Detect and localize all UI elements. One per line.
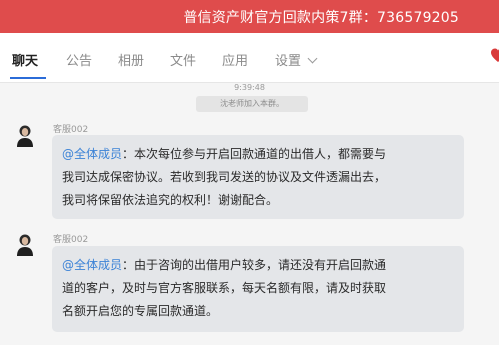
message-bubble[interactable]: @全体成员：由于咨询的出借用户较多，请还没有开启回款通 道的客户，及时与官方客服… xyxy=(52,246,464,332)
heart-icon[interactable] xyxy=(491,48,499,64)
chat-area[interactable]: 9:39:48 沈老师加入本群。 客服002 @全体成员：本次每位参与开启回款通… xyxy=(0,83,499,345)
message-bubble[interactable]: @全体成员：本次每位参与开启回款通道的出借人，都需要与 我司达成保密协议。若收到… xyxy=(52,135,464,219)
tab-announcements[interactable]: 公告 xyxy=(66,50,92,69)
active-tab-indicator xyxy=(10,77,46,79)
mention-all[interactable]: @全体成员 xyxy=(62,258,122,272)
message-text: 道的客户，及时与官方客服联系，每天名额有限，请及时获取 xyxy=(62,281,387,295)
message-line: @全体成员：本次每位参与开启回款通道的出借人，都需要与 xyxy=(62,143,454,166)
message-text: 我司将保留依法追究的权利！谢谢配合。 xyxy=(62,193,279,207)
mention-all[interactable]: @全体成员 xyxy=(62,147,122,161)
tab-settings[interactable]: 设置 xyxy=(275,50,318,69)
tab-bar: 聊天 公告 相册 文件 应用 设置 xyxy=(0,33,499,83)
message-sender: 客服002 xyxy=(53,235,89,245)
avatar[interactable] xyxy=(14,232,36,256)
message-timestamp: 9:39:48 xyxy=(234,83,265,92)
window-titlebar: 普信资产财官方回款内策7群：736579205 xyxy=(0,0,499,33)
message-text: ：本次每位参与开启回款通道的出借人，都需要与 xyxy=(122,147,387,161)
tab-files[interactable]: 文件 xyxy=(170,50,196,69)
tab-settings-label: 设置 xyxy=(275,54,302,69)
window-title: 普信资产财官方回款内策7群：736579205 xyxy=(183,9,459,26)
avatar[interactable] xyxy=(14,123,36,147)
tab-chat[interactable]: 聊天 xyxy=(12,50,38,69)
message-sender: 客服002 xyxy=(53,125,89,135)
message-text: ：由于咨询的出借用户较多，请还没有开启回款通 xyxy=(122,258,387,272)
message-line: @全体成员：由于咨询的出借用户较多，请还没有开启回款通 xyxy=(62,254,454,277)
tab-album[interactable]: 相册 xyxy=(118,50,144,69)
system-message: 沈老师加入本群。 xyxy=(196,96,308,112)
message-text: 我司达成保密协议。若收到我司发送的协议及文件透漏出去， xyxy=(62,170,387,184)
message-text: 名额开启您的专属回款通道。 xyxy=(62,304,219,318)
tab-apps[interactable]: 应用 xyxy=(222,50,248,69)
chevron-down-icon xyxy=(307,53,318,64)
